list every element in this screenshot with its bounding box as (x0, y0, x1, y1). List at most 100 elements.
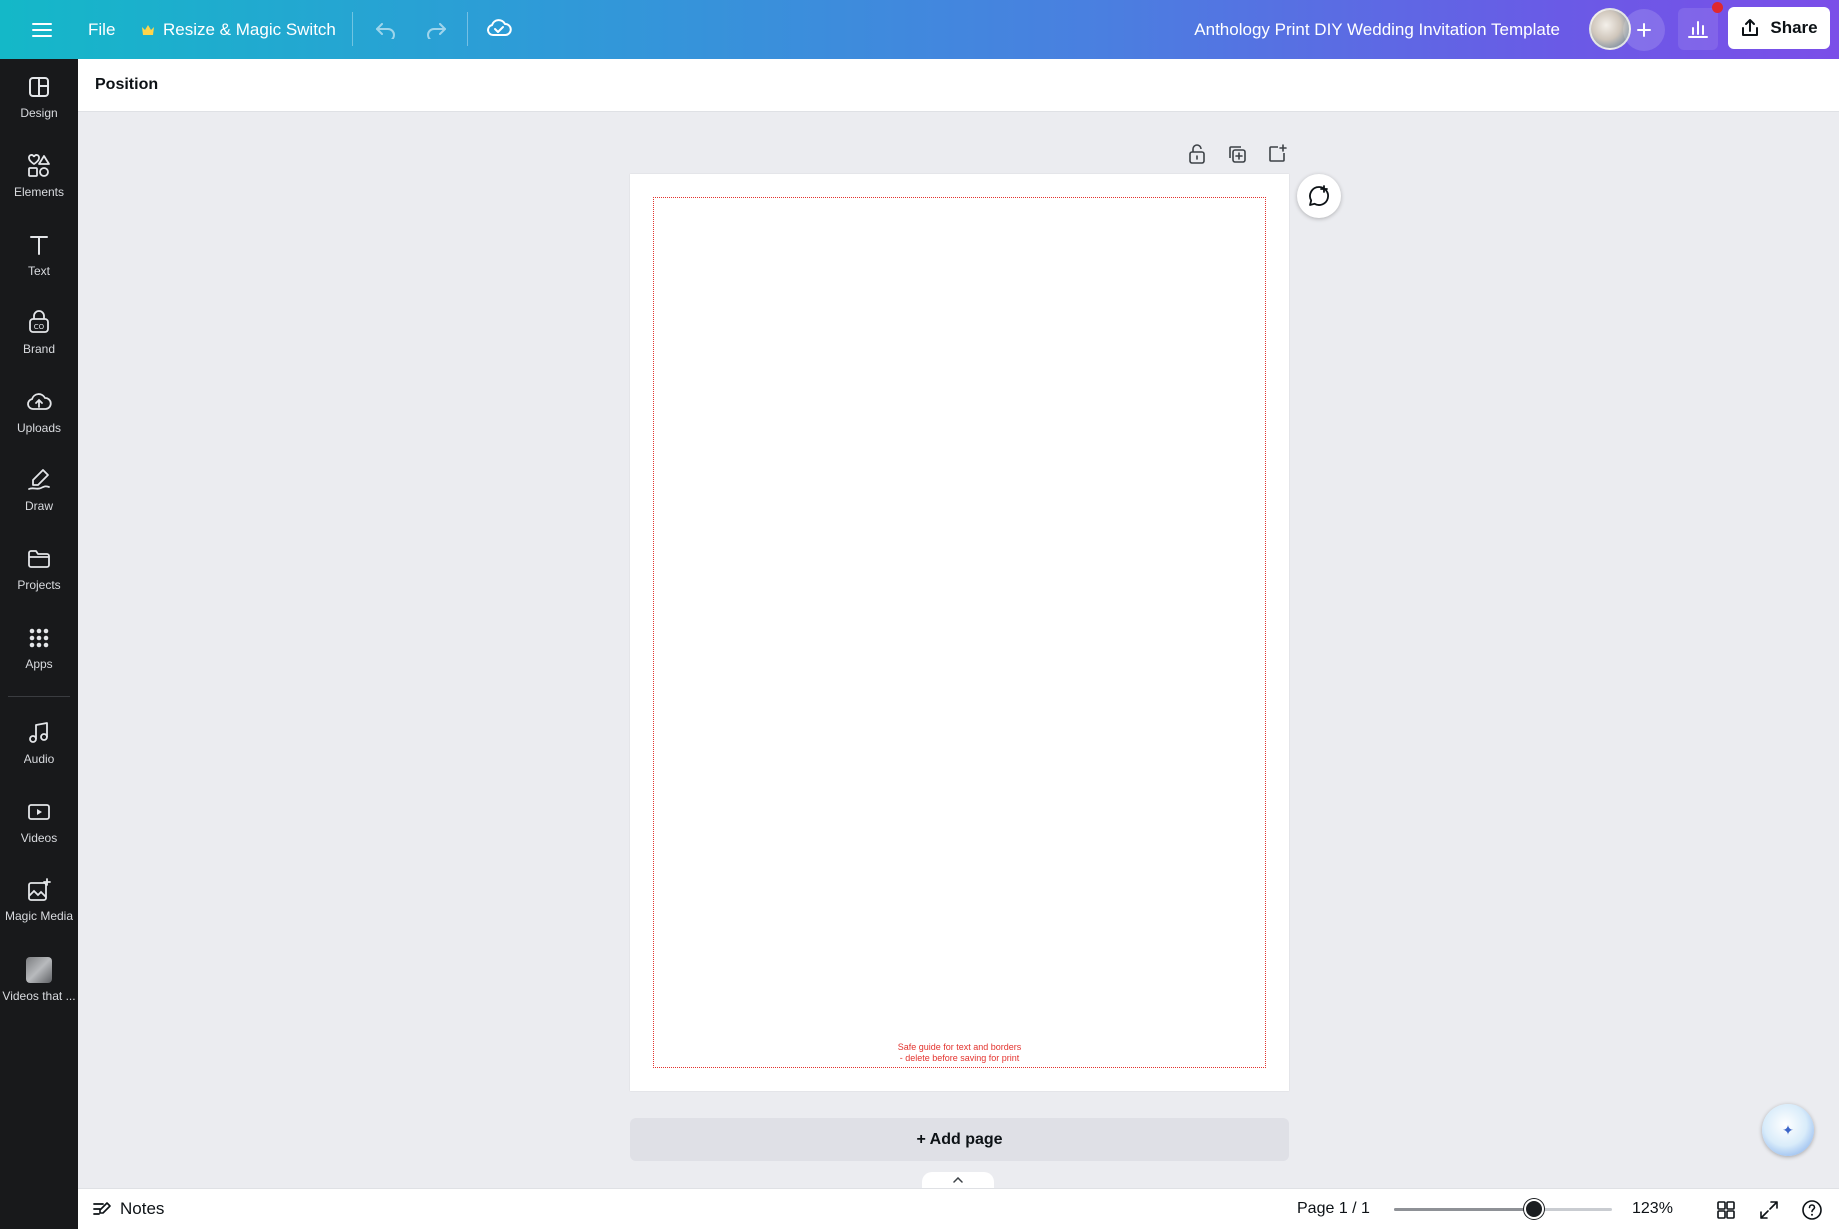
page-counter[interactable]: Page 1 / 1 (1297, 1194, 1370, 1224)
sidebar-item-uploads[interactable]: Uploads (0, 377, 78, 447)
magic-media-icon (28, 878, 51, 901)
folder-icon (28, 550, 50, 568)
sidebar-divider (8, 696, 70, 697)
resize-magic-switch-button[interactable]: Resize & Magic Switch (141, 10, 336, 50)
zoom-slider-fill (1394, 1208, 1534, 1211)
sidebar-item-videos-that[interactable]: Videos that ... (0, 945, 78, 1015)
grid-view-icon (1717, 1201, 1735, 1219)
fullscreen-button[interactable] (1755, 1196, 1783, 1224)
duplicate-icon (1229, 146, 1246, 163)
divider (467, 12, 468, 46)
sidebar-item-text[interactable]: Text (0, 220, 78, 290)
sidebar-item-label: Videos that ... (2, 989, 76, 1003)
hamburger-icon (32, 23, 52, 37)
app-thumbnail-icon (26, 957, 52, 983)
share-label: Share (1770, 18, 1818, 37)
resize-label: Resize & Magic Switch (163, 20, 336, 39)
design-page[interactable]: Safe guide for text and borders - delete… (630, 174, 1289, 1091)
sidebar-item-label: Text (27, 264, 50, 278)
save-status-button[interactable] (478, 8, 520, 48)
expand-icon (1760, 1201, 1778, 1219)
sidebar-item-label: Apps (25, 657, 53, 671)
comment-add-icon (1309, 185, 1329, 206)
elements-icon (28, 154, 50, 177)
pen-icon (28, 469, 50, 490)
divider (352, 12, 353, 46)
add-comment-button[interactable] (1297, 174, 1341, 218)
sidebar-item-magic-media[interactable]: Magic Media (0, 865, 78, 935)
undo-button[interactable] (366, 10, 406, 50)
position-button[interactable]: Position (95, 69, 158, 101)
safe-guide-line-1: Safe guide for text and borders (897, 1042, 1022, 1052)
design-icon (29, 77, 49, 97)
sidebar-item-label: Audio (23, 752, 55, 766)
notes-button[interactable]: Notes (92, 1194, 164, 1224)
sidebar-item-label: Magic Media (4, 909, 74, 923)
show-pages-toggle[interactable] (922, 1172, 994, 1188)
safe-guide-border[interactable]: Safe guide for text and borders - delete… (653, 197, 1266, 1068)
grid-view-button[interactable] (1712, 1196, 1740, 1224)
apps-grid-icon (29, 628, 49, 648)
redo-button[interactable] (416, 10, 456, 50)
share-icon (1742, 19, 1759, 36)
sidebar-item-label: Design (20, 106, 58, 120)
zoom-slider[interactable] (1394, 1199, 1612, 1219)
add-page-button[interactable]: + Add page (630, 1118, 1289, 1161)
text-icon (30, 236, 48, 255)
sidebar-item-label: Projects (17, 578, 61, 592)
sidebar-item-design[interactable]: Design (0, 62, 78, 132)
top-bar: File Resize & Magic Switch Anthology Pri… (0, 0, 1839, 59)
help-icon (1802, 1200, 1822, 1220)
lock-page-button[interactable] (1182, 141, 1212, 167)
bar-chart-icon (1688, 21, 1708, 38)
assistant-button[interactable]: ✦ (1762, 1104, 1814, 1156)
add-page-button-top[interactable] (1262, 141, 1292, 167)
invite-button[interactable] (1623, 9, 1665, 51)
sidebar-item-elements[interactable]: Elements (0, 141, 78, 211)
page-tools (1172, 141, 1292, 167)
zoom-level[interactable]: 123% (1632, 1194, 1673, 1224)
duplicate-page-button[interactable] (1222, 141, 1252, 167)
svg-text:CO: CO (34, 323, 45, 331)
undo-icon (376, 23, 395, 39)
crown-icon (142, 25, 154, 35)
file-menu-button[interactable]: File (82, 10, 121, 50)
notes-icon (93, 1202, 111, 1215)
sidebar-item-draw[interactable]: Draw (0, 455, 78, 525)
lock-icon (1189, 144, 1205, 164)
sidebar-item-label: Elements (13, 185, 65, 199)
brand-icon: CO (29, 310, 49, 333)
notes-label: Notes (120, 1199, 165, 1218)
sidebar-item-audio[interactable]: Audio (0, 708, 78, 778)
insights-button[interactable] (1678, 8, 1718, 50)
sidebar-item-label: Uploads (16, 421, 62, 435)
sidebar-item-videos[interactable]: Videos (0, 787, 78, 857)
music-note-icon (29, 722, 48, 743)
safe-guide-text[interactable]: Safe guide for text and borders - delete… (654, 1042, 1265, 1064)
file-label: File (88, 20, 116, 39)
context-toolbar: Position (78, 59, 1839, 112)
plus-icon (1637, 23, 1651, 37)
left-sidebar: Design Elements Text CO Brand Uploads Dr… (0, 59, 78, 1229)
help-button[interactable] (1798, 1196, 1826, 1224)
chevron-up-icon (953, 1177, 963, 1183)
notification-dot (1712, 2, 1723, 13)
zoom-slider-thumb[interactable] (1523, 1199, 1544, 1219)
sidebar-item-label: Videos (20, 831, 58, 845)
safe-guide-line-2: - delete before saving for print (899, 1053, 1020, 1063)
cloud-check-icon (487, 19, 512, 36)
video-icon (28, 804, 50, 820)
assistant-icon: ✦ (1782, 1121, 1794, 1138)
cloud-upload-icon (27, 393, 52, 410)
bottom-bar: Notes Page 1 / 1 123% (78, 1188, 1839, 1229)
sidebar-item-label: Draw (24, 499, 53, 513)
sidebar-item-projects[interactable]: Projects (0, 534, 78, 604)
share-button[interactable]: Share (1728, 7, 1830, 49)
main-menu-button[interactable] (22, 10, 62, 50)
sidebar-item-apps[interactable]: Apps (0, 613, 78, 683)
add-page-icon (1269, 144, 1287, 162)
sidebar-item-label: Brand (22, 342, 56, 356)
redo-icon (427, 23, 446, 39)
document-title[interactable]: Anthology Print DIY Wedding Invitation T… (1194, 10, 1560, 50)
sidebar-item-brand[interactable]: CO Brand (0, 298, 78, 368)
